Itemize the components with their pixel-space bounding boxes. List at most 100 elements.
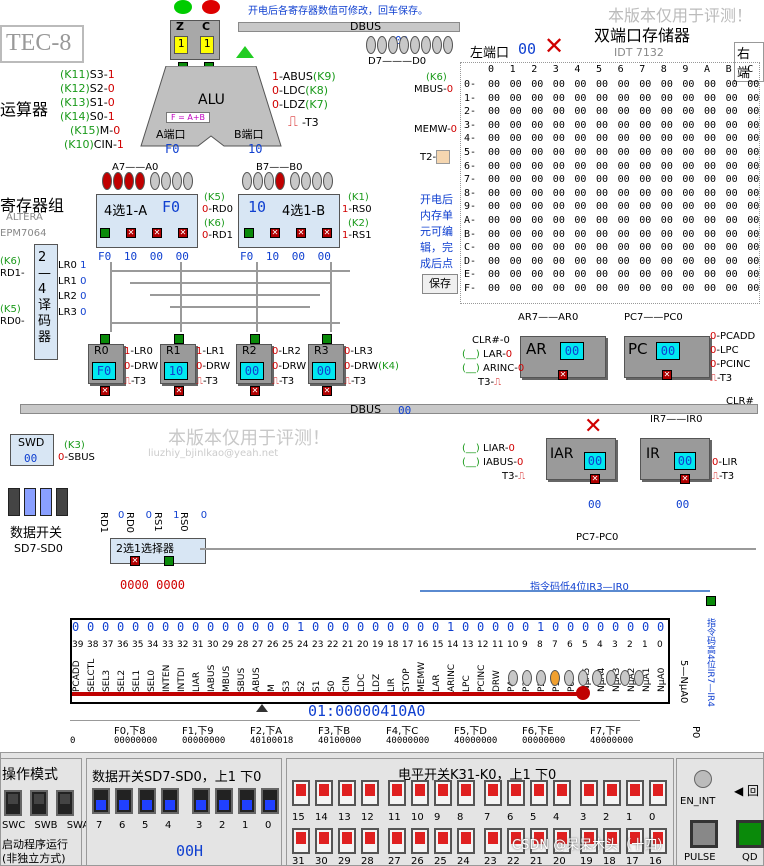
ram-cell[interactable]: 00	[574, 160, 586, 174]
microcode-bit[interactable]: 0	[642, 620, 649, 634]
ram-cell[interactable]: 00	[531, 105, 543, 119]
ram-cell[interactable]: 00	[726, 228, 738, 242]
ram-cell[interactable]: 00	[596, 241, 608, 255]
ram-cell[interactable]: 00	[639, 228, 651, 242]
ram-cell[interactable]: 00	[726, 132, 738, 146]
ram-cell[interactable]: 00	[531, 187, 543, 201]
ram-cell[interactable]: 00	[510, 78, 522, 92]
ram-cell[interactable]: 00	[618, 160, 630, 174]
ram-cell[interactable]: 00	[704, 92, 716, 106]
ram-cell[interactable]: 00	[574, 173, 586, 187]
ram-cell[interactable]: 00	[639, 268, 651, 282]
level-switch[interactable]	[338, 828, 356, 854]
ram-cell[interactable]: 00	[661, 105, 673, 119]
microcode-bit[interactable]: 0	[162, 620, 169, 634]
level-switch[interactable]	[388, 780, 406, 806]
ram-cell[interactable]: 00	[553, 200, 565, 214]
ram-cell[interactable]: 00	[510, 132, 522, 146]
ram-cell[interactable]: 00	[618, 200, 630, 214]
ram-cell[interactable]: 00	[747, 119, 759, 133]
ram-cell[interactable]: 00	[639, 119, 651, 133]
ram-cell[interactable]: 00	[531, 173, 543, 187]
microcode-bit[interactable]: 0	[387, 620, 394, 634]
microcode-bit[interactable]: 0	[177, 620, 184, 634]
ram-cell[interactable]: 00	[661, 228, 673, 242]
ram-cell[interactable]: 00	[553, 187, 565, 201]
ram-cell[interactable]: 00	[510, 105, 522, 119]
microcode-bit[interactable]: 0	[267, 620, 274, 634]
ram-cell[interactable]: 00	[704, 160, 716, 174]
ram-cell[interactable]: 00	[574, 92, 586, 106]
ram-cell[interactable]: 00	[682, 282, 694, 296]
ram-cell[interactable]: 00	[510, 92, 522, 106]
ar-value[interactable]: 00	[560, 342, 584, 360]
ram-cell[interactable]: 00	[574, 214, 586, 228]
ram-cell[interactable]: 00	[574, 146, 586, 160]
ram-cell[interactable]: 00	[747, 187, 759, 201]
r1-value[interactable]: 10	[164, 362, 188, 380]
data-switch[interactable]	[215, 788, 233, 814]
ram-cell[interactable]: 00	[639, 187, 651, 201]
data-switch[interactable]	[138, 788, 156, 814]
microcode-bit[interactable]: 0	[462, 620, 469, 634]
ram-cell[interactable]: 00	[531, 268, 543, 282]
ram-cell[interactable]: 00	[682, 214, 694, 228]
ram-cell[interactable]: 00	[639, 92, 651, 106]
ram-cell[interactable]: 00	[553, 160, 565, 174]
ram-cell[interactable]: 00	[596, 146, 608, 160]
ram-cell[interactable]: 00	[747, 255, 759, 269]
ram-cell[interactable]: 00	[682, 160, 694, 174]
ram-cell[interactable]: 00	[747, 228, 759, 242]
ram-cell[interactable]: 00	[661, 187, 673, 201]
pulse-button[interactable]	[690, 820, 718, 848]
ram-cell[interactable]: 00	[596, 228, 608, 242]
level-switch[interactable]	[338, 780, 356, 806]
level-switch[interactable]	[626, 780, 644, 806]
ram-cell[interactable]: 00	[618, 255, 630, 269]
ram-cell[interactable]: 00	[682, 119, 694, 133]
mode-switch-swa[interactable]	[56, 790, 74, 816]
ram-cell[interactable]: 00	[704, 187, 716, 201]
ram-cell[interactable]: 00	[661, 214, 673, 228]
microcode-bit[interactable]: 0	[87, 620, 94, 634]
ram-cell[interactable]: 00	[618, 105, 630, 119]
level-switch[interactable]	[388, 828, 406, 854]
pc-value[interactable]: 00	[656, 342, 680, 360]
ram-cell[interactable]: 00	[747, 92, 759, 106]
level-switch[interactable]	[361, 828, 379, 854]
ram-cell[interactable]: 00	[682, 187, 694, 201]
ram-cell[interactable]: 00	[747, 268, 759, 282]
ram-cell[interactable]: 00	[553, 78, 565, 92]
ram-cell[interactable]: 00	[704, 132, 716, 146]
level-switch[interactable]	[580, 780, 598, 806]
microcode-bit[interactable]: 1	[297, 620, 304, 634]
ram-cell[interactable]: 00	[726, 146, 738, 160]
ram-cell[interactable]: 00	[510, 241, 522, 255]
level-switch[interactable]	[457, 780, 475, 806]
ram-cell[interactable]: 00	[747, 105, 759, 119]
level-switch[interactable]	[553, 780, 571, 806]
ram-cell[interactable]: 00	[661, 200, 673, 214]
microcode-bit[interactable]: 0	[117, 620, 124, 634]
ram-cell[interactable]: 00	[596, 132, 608, 146]
ram-cell[interactable]: 00	[553, 228, 565, 242]
microcode-bit[interactable]: 0	[402, 620, 409, 634]
ram-cell[interactable]: 00	[531, 228, 543, 242]
ram-cell[interactable]: 00	[639, 105, 651, 119]
ram-cell[interactable]: 00	[574, 78, 586, 92]
ram-cell[interactable]: 00	[488, 160, 500, 174]
ram-cell[interactable]: 00	[639, 160, 651, 174]
r3-value[interactable]: 00	[312, 362, 336, 380]
ram-cell[interactable]: 00	[488, 187, 500, 201]
ram-cell[interactable]: 00	[661, 255, 673, 269]
ram-save-button[interactable]: 保存	[422, 274, 458, 294]
microcode-bit[interactable]: 0	[192, 620, 199, 634]
ram-cell[interactable]: 00	[726, 119, 738, 133]
ram-cell[interactable]: 00	[682, 255, 694, 269]
ram-cell[interactable]: 00	[510, 268, 522, 282]
ram-cell[interactable]: 00	[596, 119, 608, 133]
ram-cell[interactable]: 00	[661, 132, 673, 146]
ram-cell[interactable]: 00	[553, 173, 565, 187]
ram-cell[interactable]: 00	[704, 146, 716, 160]
ram-cell[interactable]: 00	[574, 105, 586, 119]
